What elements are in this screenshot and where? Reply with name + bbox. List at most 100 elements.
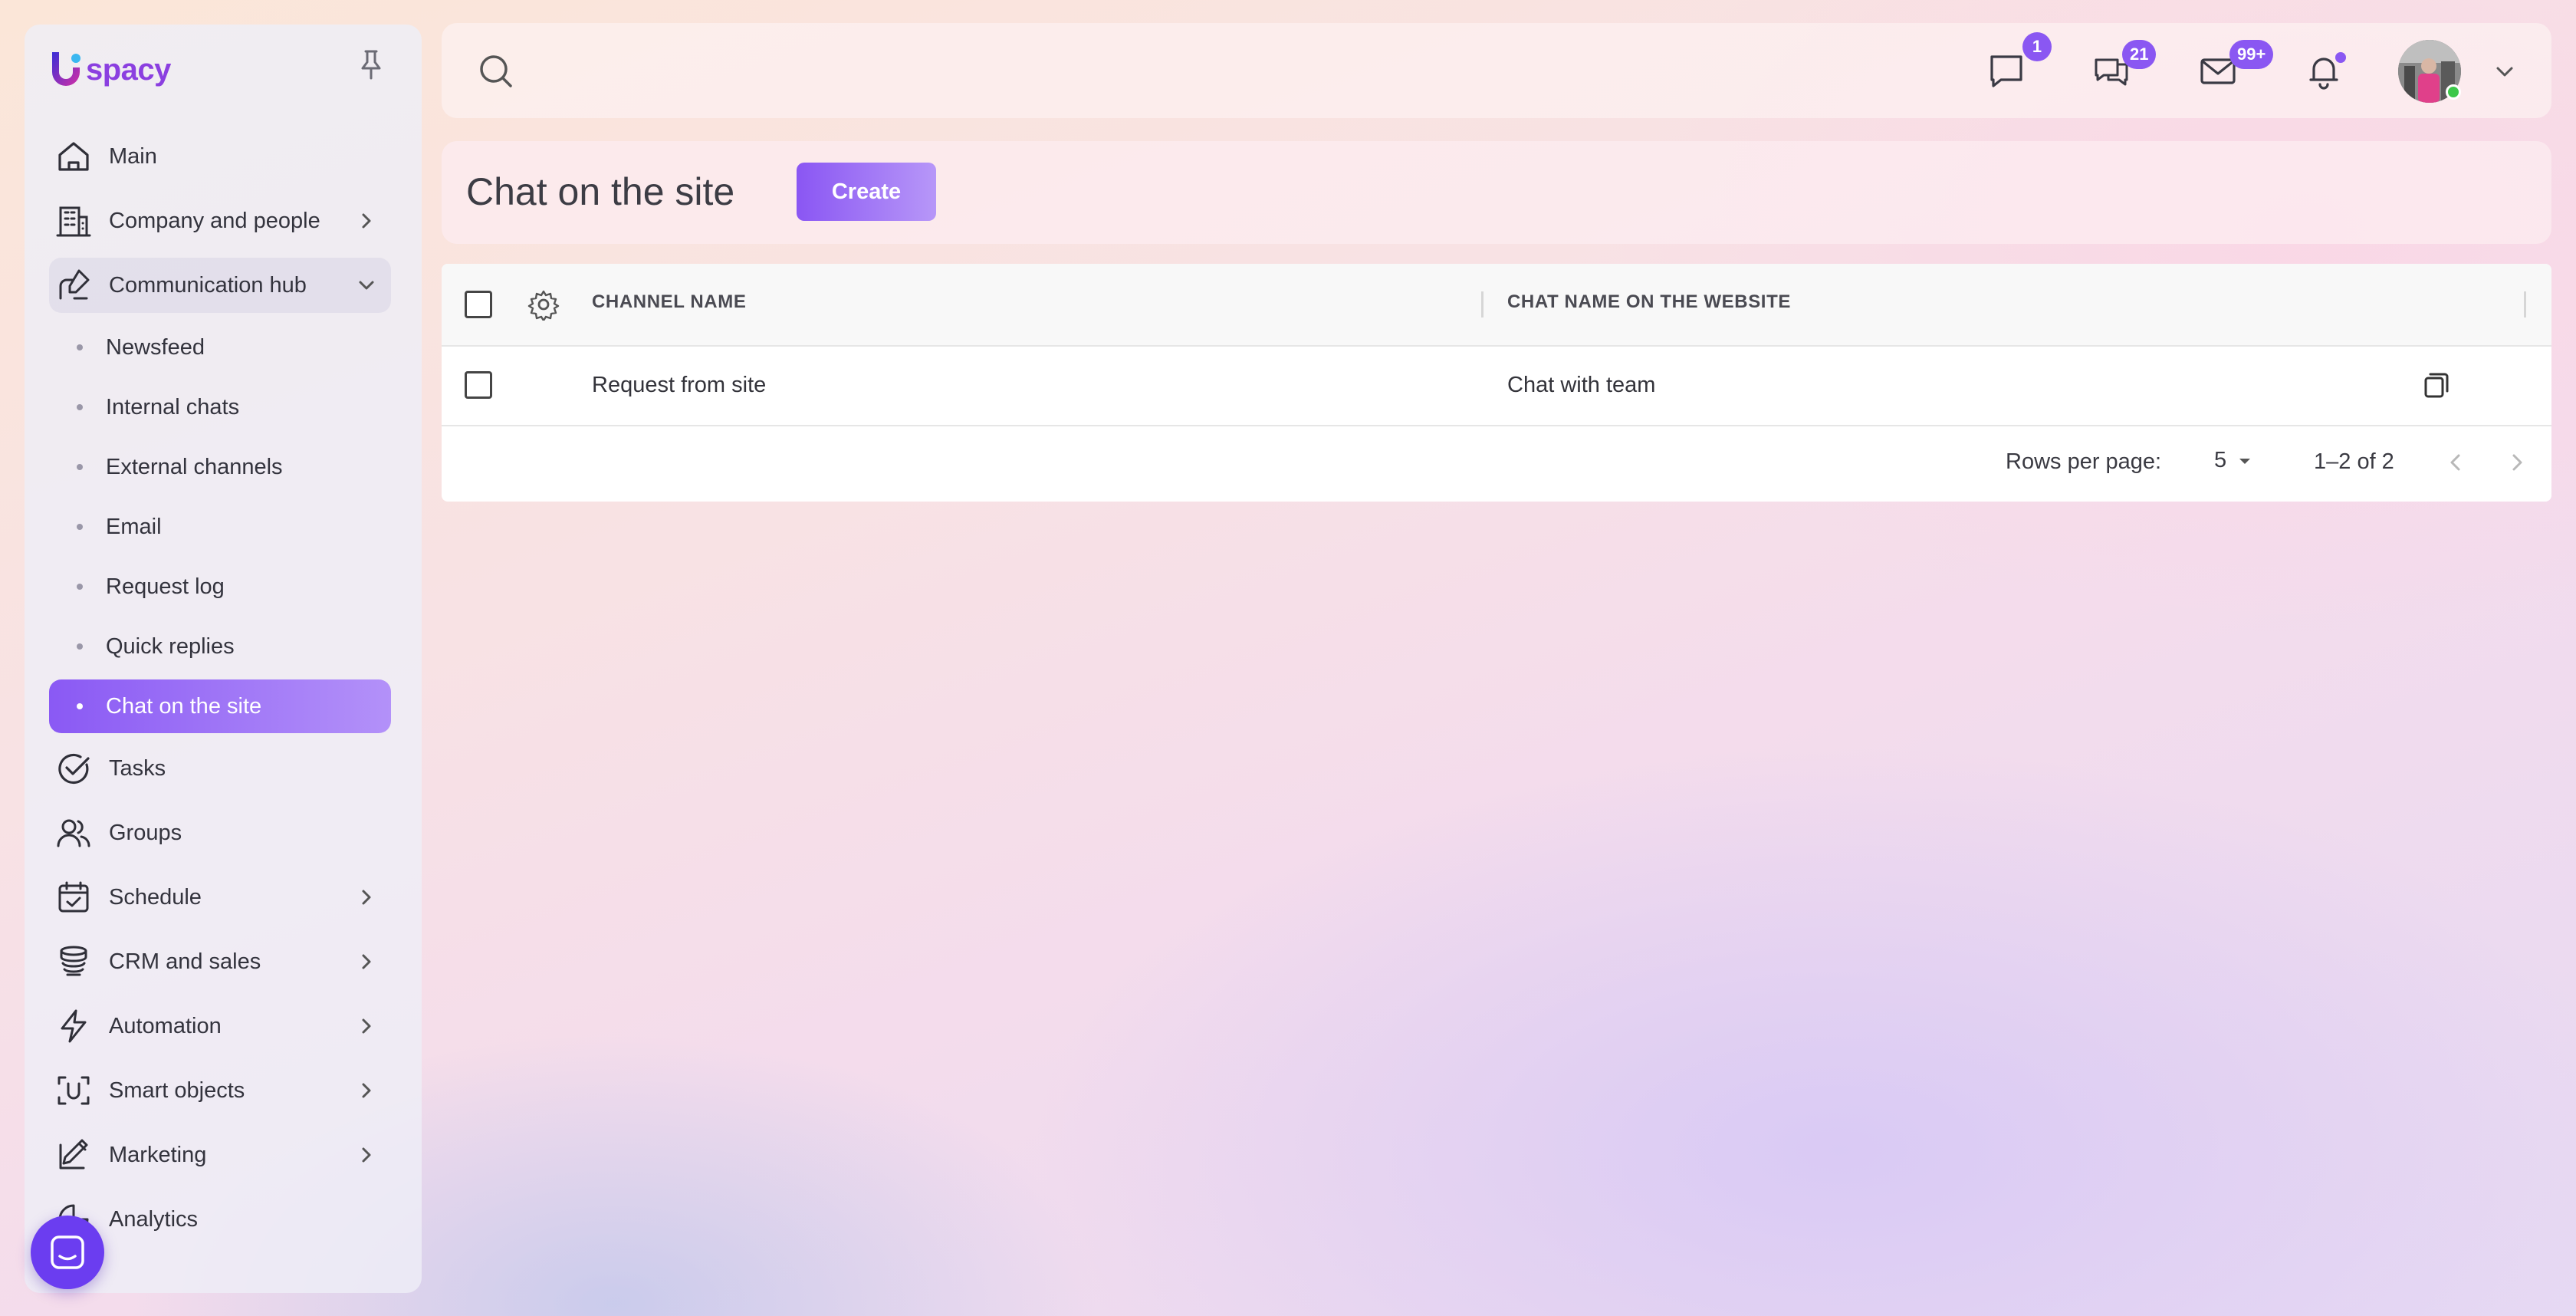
- sidebar-item-label: Groups: [109, 820, 182, 845]
- column-resizer[interactable]: [1481, 291, 1484, 317]
- sidebar-item-label: Analytics: [109, 1206, 199, 1232]
- sidebar-subitem-newsfeed[interactable]: Newsfeed: [49, 317, 391, 377]
- chevron-down-icon[interactable]: [2492, 58, 2518, 84]
- sidebar-item-label: Schedule: [109, 884, 202, 910]
- support-chat-button[interactable]: [31, 1216, 104, 1289]
- channel-name-cell: Request from site: [592, 373, 767, 397]
- chevron-right-icon: [362, 1147, 371, 1163]
- chat-count-badge: 1: [2022, 32, 2052, 61]
- sidebar-item-label: Main: [109, 143, 157, 169]
- bullet-dot: [77, 584, 83, 590]
- caret-down-icon: [2239, 458, 2251, 464]
- mail-count-badge: 99+: [2229, 40, 2274, 69]
- sidebar: spacy Main Company and people Communicat…: [25, 25, 422, 1293]
- rows-per-page-value: 5: [2214, 448, 2227, 472]
- create-button[interactable]: Create: [797, 163, 936, 221]
- logo-mark-icon: [52, 52, 80, 86]
- row-checkbox[interactable]: [465, 371, 492, 399]
- chat-name-cell: Chat with team: [1507, 373, 1656, 397]
- sidebar-item-label: Company and people: [109, 208, 320, 233]
- messages-count-badge: 21: [2122, 40, 2157, 69]
- sidebar-item-schedule[interactable]: Schedule: [49, 865, 391, 929]
- table-row[interactable]: Request from site Chat with team: [442, 347, 2551, 426]
- sidebar-item-company-and-people[interactable]: Company and people: [49, 189, 391, 253]
- column-resizer[interactable]: [2524, 291, 2526, 317]
- sidebar-subitem-chat-on-the-site[interactable]: Chat on the site: [49, 679, 391, 733]
- table-header: CHANNEL NAME CHAT NAME ON THE WEBSITE: [442, 264, 2551, 347]
- sidebar-item-automation[interactable]: Automation: [49, 994, 391, 1058]
- chevron-right-icon: [362, 213, 371, 229]
- rows-per-page-select[interactable]: 5: [2214, 448, 2254, 473]
- sidebar-subitem-label: Email: [106, 514, 162, 539]
- logo-text: spacy: [86, 52, 171, 87]
- search-icon[interactable]: [477, 52, 515, 90]
- sidebar-item-label: Marketing: [109, 1142, 207, 1167]
- sidebar-subitem-quick-replies[interactable]: Quick replies: [49, 617, 391, 676]
- sidebar-subitem-label: External channels: [106, 454, 283, 479]
- calendar-check-icon: [55, 879, 92, 916]
- sidebar-item-communication-hub[interactable]: Communication hub: [49, 258, 391, 313]
- sidebar-subitem-label: Chat on the site: [106, 693, 262, 719]
- pin-icon[interactable]: [356, 48, 386, 81]
- chat-icon[interactable]: [1986, 51, 2027, 92]
- pagination-range: 1–2 of 2: [2314, 449, 2394, 474]
- bullet-dot: [77, 464, 83, 470]
- chat-bubble-icon: [51, 1235, 84, 1269]
- bullet-dot: [77, 524, 83, 530]
- scan-icon: [55, 1072, 92, 1109]
- bell-unread-dot: [2335, 52, 2346, 63]
- users-icon: [55, 814, 92, 851]
- sidebar-item-label: Smart objects: [109, 1077, 245, 1103]
- sidebar-item-tasks[interactable]: Tasks: [49, 736, 391, 801]
- sidebar-item-smart-objects[interactable]: Smart objects: [49, 1058, 391, 1123]
- sidebar-item-crm-and-sales[interactable]: CRM and sales: [49, 929, 391, 994]
- sidebar-subitem-external-channels[interactable]: External channels: [49, 437, 391, 497]
- copy-icon[interactable]: [2421, 370, 2452, 400]
- bullet-dot: [77, 703, 83, 709]
- sidebar-item-label: CRM and sales: [109, 949, 261, 974]
- sidebar-item-marketing[interactable]: Marketing: [49, 1123, 391, 1187]
- sidebar-item-main[interactable]: Main: [49, 124, 391, 189]
- next-page-icon[interactable]: [2505, 451, 2528, 474]
- lightning-icon: [55, 1008, 92, 1045]
- online-status-dot: [2446, 84, 2461, 100]
- coins-icon: [55, 943, 92, 980]
- page-header: Chat on the site Create: [442, 141, 2551, 244]
- megaphone-icon: [55, 1137, 92, 1173]
- sidebar-item-groups[interactable]: Groups: [49, 801, 391, 865]
- sidebar-subitem-label: Request log: [106, 574, 225, 599]
- building-icon: [55, 202, 92, 239]
- sidebar-nav: Main Company and people Communication hu…: [49, 124, 391, 1252]
- sidebar-item-label: Automation: [109, 1013, 222, 1038]
- page-title: Chat on the site: [466, 170, 735, 213]
- bullet-dot: [77, 344, 83, 350]
- select-all-checkbox[interactable]: [465, 291, 492, 318]
- sidebar-subitem-internal-chats[interactable]: Internal chats: [49, 377, 391, 437]
- rows-per-page-label: Rows per page:: [2006, 449, 2162, 474]
- home-icon: [55, 138, 92, 175]
- column-header-chat-name[interactable]: CHAT NAME ON THE WEBSITE: [1507, 291, 1791, 313]
- sidebar-subitem-request-log[interactable]: Request log: [49, 557, 391, 617]
- sidebar-subitem-label: Internal chats: [106, 394, 240, 419]
- chevron-right-icon: [362, 954, 371, 969]
- channels-table: CHANNEL NAME CHAT NAME ON THE WEBSITE Re…: [442, 264, 2551, 502]
- chevron-right-icon: [362, 890, 371, 905]
- top-bar: 1 21 99+: [442, 23, 2551, 118]
- sidebar-item-label: Tasks: [109, 755, 166, 781]
- check-circle-icon: [55, 750, 92, 787]
- gear-icon[interactable]: [527, 288, 560, 321]
- sidebar-subitem-label: Quick replies: [106, 633, 235, 659]
- bullet-dot: [77, 404, 83, 410]
- prev-page-icon[interactable]: [2444, 451, 2467, 474]
- logo[interactable]: spacy: [48, 49, 171, 90]
- bullet-dot: [77, 643, 83, 650]
- sidebar-item-label: Communication hub: [109, 272, 307, 298]
- sidebar-subitem-label: Newsfeed: [106, 334, 205, 360]
- table-pagination: Rows per page: 5 1–2 of 2: [442, 425, 2551, 502]
- chat-route-icon: [55, 267, 92, 304]
- chevron-down-icon: [359, 281, 374, 290]
- sidebar-subitem-email[interactable]: Email: [49, 497, 391, 557]
- chevron-right-icon: [362, 1018, 371, 1034]
- chevron-right-icon: [362, 1083, 371, 1098]
- column-header-channel-name[interactable]: CHANNEL NAME: [592, 291, 746, 313]
